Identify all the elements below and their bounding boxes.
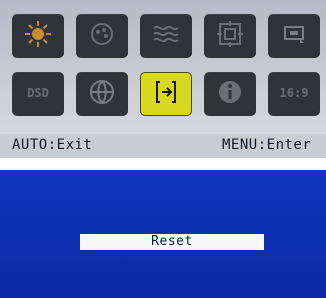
brightness-icon (22, 18, 54, 54)
information-icon (214, 76, 246, 112)
color-icon (86, 18, 118, 54)
menu-tile-grid: DSD 16:9 (12, 14, 324, 122)
brightness-tile[interactable] (12, 14, 64, 58)
dsd-icon: DSD (22, 76, 54, 112)
language-icon (86, 76, 118, 112)
svg-text:DSD: DSD (27, 86, 49, 100)
reset-menu-item[interactable]: Reset (80, 234, 264, 250)
position-icon (214, 18, 246, 54)
noise-icon (150, 18, 182, 54)
svg-text:16:9: 16:9 (280, 86, 309, 100)
osd-settings-icon (278, 18, 310, 54)
menu-enter-hint: MENU:Enter (222, 137, 312, 153)
dsd-tile[interactable]: DSD (12, 72, 64, 116)
information-tile[interactable] (204, 72, 256, 116)
osd-settings-tile[interactable] (268, 14, 320, 58)
aspect-ratio-icon: 16:9 (278, 76, 310, 112)
reset-tile[interactable] (140, 72, 192, 116)
osd-main-menu: DSD 16:9 AUTO:Exit MENU:Enter (0, 0, 326, 158)
color-tile[interactable] (76, 14, 128, 58)
osd-submenu: Reset (0, 170, 326, 298)
auto-exit-hint: AUTO:Exit (12, 137, 93, 153)
position-tile[interactable] (204, 14, 256, 58)
language-tile[interactable] (76, 72, 128, 116)
aspect-ratio-tile[interactable]: 16:9 (268, 72, 320, 116)
noise-tile[interactable] (140, 14, 192, 58)
reset-icon (150, 76, 182, 112)
